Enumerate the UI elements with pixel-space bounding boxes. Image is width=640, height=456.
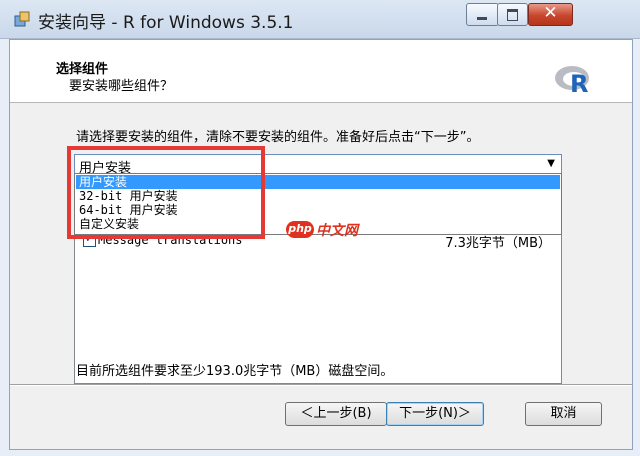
r-logo-icon: R xyxy=(555,66,589,95)
chevron-down-icon[interactable]: ▼ xyxy=(547,158,555,169)
wizard-header: 选择组件 要安装哪些组件？ R xyxy=(10,40,632,103)
close-button[interactable]: ✕ xyxy=(528,3,573,26)
page-subtitle: 要安装哪些组件？ xyxy=(69,79,174,94)
annotation-highlight-box xyxy=(67,146,265,239)
r-logo-letter: R xyxy=(570,70,588,95)
minimize-button[interactable] xyxy=(466,3,499,26)
installer-app-icon xyxy=(14,11,30,27)
next-button[interactable]: 下一步(N)＞ xyxy=(386,402,484,426)
minimize-icon xyxy=(477,17,487,20)
cancel-button[interactable]: 取消 xyxy=(525,402,602,426)
watermark-badge: php xyxy=(288,222,312,235)
wizard-body: 选择组件 要安装哪些组件？ R 请选择要安装的组件，清除不要安装的组件。准备好后… xyxy=(9,39,633,450)
php-badge-icon: php xyxy=(286,221,314,238)
instruction-text: 请选择要安装的组件，清除不要安装的组件。准备好后点击“下一步”。 xyxy=(76,130,480,145)
maximize-button[interactable] xyxy=(497,3,528,26)
watermark-text: 中文网 xyxy=(316,223,358,239)
close-icon: ✕ xyxy=(543,3,558,23)
window-title: 安装向导 - R for Windows 3.5.1 xyxy=(38,13,294,33)
footer-divider xyxy=(10,384,632,386)
back-button[interactable]: ＜上一步(B) xyxy=(285,402,387,426)
installer-window: 安装向导 - R for Windows 3.5.1 ✕ 选择组件 要安装哪些组… xyxy=(0,0,640,456)
title-bar[interactable]: 安装向导 - R for Windows 3.5.1 ✕ xyxy=(0,0,640,39)
space-required-text: 目前所选组件要求至少193.0兆字节（MB）磁盘空间。 xyxy=(76,364,394,379)
maximize-icon xyxy=(507,9,518,21)
